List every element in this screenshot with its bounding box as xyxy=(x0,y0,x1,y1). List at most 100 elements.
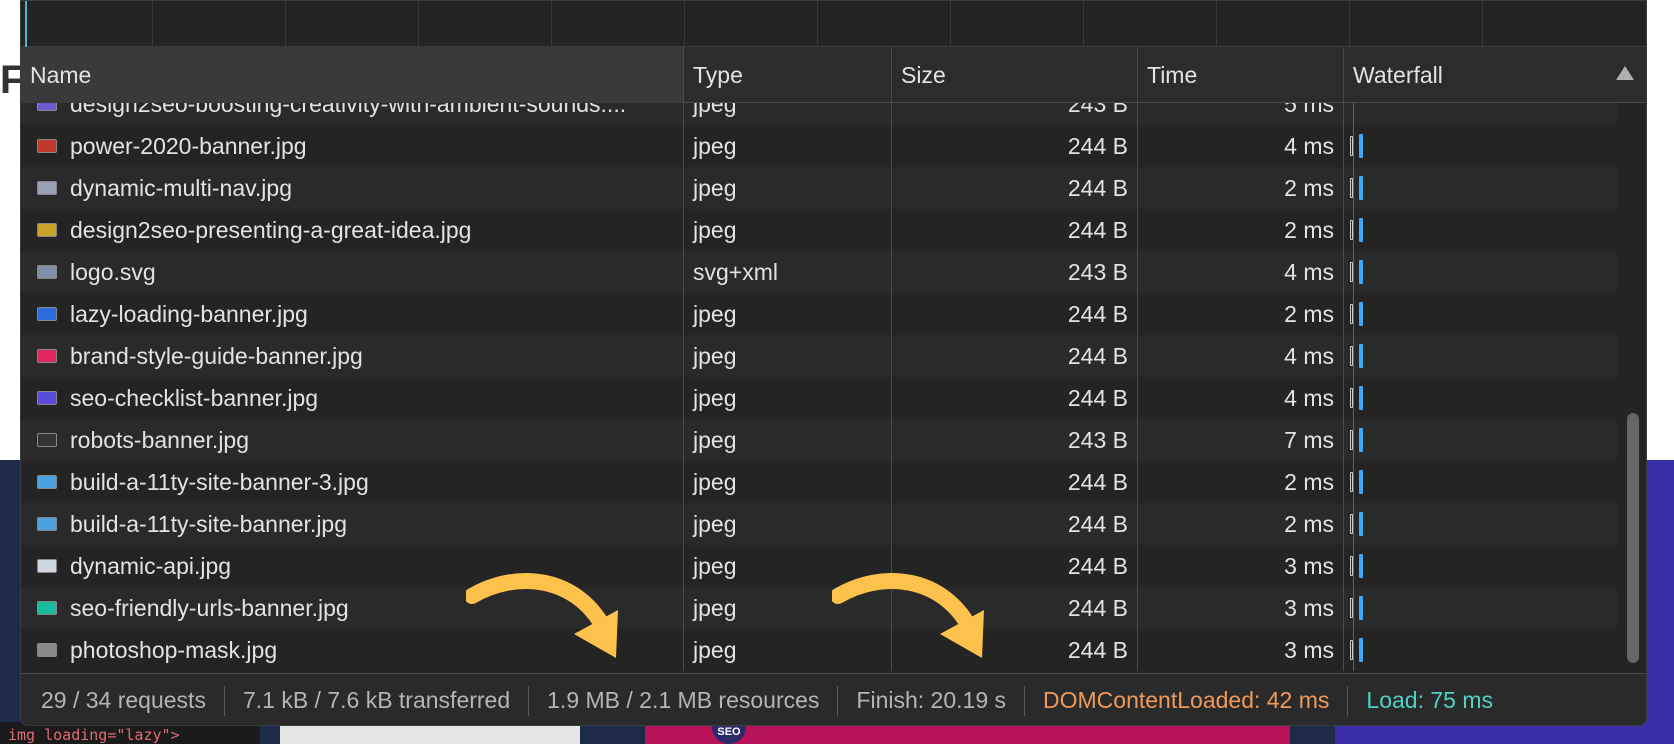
request-type-cell: jpeg xyxy=(684,503,892,545)
request-name-cell: power-2020-banner.jpg xyxy=(21,125,684,167)
request-waterfall-cell xyxy=(1344,587,1617,629)
waterfall-timing-bar[interactable] xyxy=(1359,428,1363,452)
waterfall-timing-bar[interactable] xyxy=(1359,470,1363,494)
table-row[interactable]: dynamic-api.jpg jpeg 244 B3 ms xyxy=(21,545,1617,587)
image-file-icon xyxy=(37,559,57,573)
table-row[interactable]: photoshop-mask.jpg jpeg 244 B3 ms xyxy=(21,629,1617,671)
waterfall-timing-bar[interactable] xyxy=(1359,176,1363,200)
request-time-cell: 2 ms xyxy=(1138,293,1344,335)
request-type-cell: jpeg xyxy=(684,167,892,209)
request-time-cell: 2 ms xyxy=(1138,209,1344,251)
table-row[interactable]: dynamic-multi-nav.jpg jpeg 244 B2 ms xyxy=(21,167,1617,209)
overview-gridline xyxy=(551,1,552,47)
request-name: build-a-11ty-site-banner.jpg xyxy=(70,510,348,537)
network-summary-bar: 29 / 34 requests 7.1 kB / 7.6 kB transfe… xyxy=(21,673,1646,725)
request-name-cell: build-a-11ty-site-banner-3.jpg xyxy=(21,461,684,503)
waterfall-timing-bar[interactable] xyxy=(1359,638,1363,662)
request-waterfall-cell xyxy=(1344,377,1617,419)
request-size-cell: 244 B xyxy=(892,125,1138,167)
waterfall-timing-bar[interactable] xyxy=(1359,302,1363,326)
summary-transferred: 7.1 kB / 7.6 kB transferred xyxy=(225,685,530,716)
request-time-cell: 4 ms xyxy=(1138,125,1344,167)
column-header-label: Name xyxy=(30,61,92,88)
table-row[interactable]: robots-banner.jpg jpeg 243 B7 ms xyxy=(21,419,1617,461)
table-row[interactable]: brand-style-guide-banner.jpg jpeg 244 B4 m… xyxy=(21,335,1617,377)
table-row[interactable]: design2seo-presenting-a-great-idea.jpg jp… xyxy=(21,209,1617,251)
request-size-cell: 243 B xyxy=(892,103,1138,125)
waterfall-timing-bar[interactable] xyxy=(1359,218,1363,242)
summary-requests: 29 / 34 requests xyxy=(41,685,225,716)
waterfall-timing-bar[interactable] xyxy=(1359,344,1363,368)
request-time-cell: 3 ms xyxy=(1138,587,1344,629)
request-type-cell: jpeg xyxy=(684,209,892,251)
request-name-cell: logo.svg xyxy=(21,251,684,293)
request-name: lazy-loading-banner.jpg xyxy=(70,300,308,327)
table-row[interactable]: build-a-11ty-site-banner-3.jpg jpeg 244 B2… xyxy=(21,461,1617,503)
request-name: seo-checklist-banner.jpg xyxy=(70,384,319,411)
image-file-icon xyxy=(37,181,57,195)
column-header-name[interactable]: Name xyxy=(21,47,684,103)
table-row[interactable]: build-a-11ty-site-banner.jpg jpeg 244 B2 m… xyxy=(21,503,1617,545)
column-header-label: Size xyxy=(901,61,946,88)
table-row[interactable]: lazy-loading-banner.jpg jpeg 244 B2 ms xyxy=(21,293,1617,335)
image-file-icon xyxy=(37,223,57,237)
waterfall-timing-bar[interactable] xyxy=(1359,386,1363,410)
waterfall-timing-bar[interactable] xyxy=(1359,260,1363,284)
request-name: robots-banner.jpg xyxy=(70,426,250,453)
summary-domcontentloaded: DOMContentLoaded: 42 ms xyxy=(1025,685,1349,716)
column-header-label: Time xyxy=(1147,61,1198,88)
table-row[interactable]: design2seo-boosting-creativity-with-ambi… xyxy=(21,103,1617,125)
table-row[interactable]: seo-checklist-banner.jpg jpeg 244 B4 ms xyxy=(21,377,1617,419)
image-file-icon xyxy=(37,643,57,657)
column-header-time[interactable]: Time xyxy=(1138,47,1344,103)
request-name-cell: brand-style-guide-banner.jpg xyxy=(21,335,684,377)
table-row[interactable]: power-2020-banner.jpg jpeg 244 B4 ms xyxy=(21,125,1617,167)
network-overview-timeline[interactable] xyxy=(21,1,1646,47)
request-type-cell: jpeg xyxy=(684,419,892,461)
request-size-cell: 244 B xyxy=(892,461,1138,503)
column-header-size[interactable]: Size xyxy=(892,47,1138,103)
waterfall-timing-bar[interactable] xyxy=(1359,596,1363,620)
waterfall-timing-bar[interactable] xyxy=(1359,134,1363,158)
image-file-icon xyxy=(37,349,57,363)
request-type-cell: jpeg xyxy=(684,377,892,419)
request-name: seo-friendly-urls-banner.jpg xyxy=(70,594,349,621)
image-file-icon xyxy=(37,103,57,111)
waterfall-timing-bar[interactable] xyxy=(1359,554,1363,578)
overview-gridline xyxy=(1083,1,1084,47)
column-header-label: Waterfall xyxy=(1353,61,1443,88)
request-name: build-a-11ty-site-banner-3.jpg xyxy=(70,468,369,495)
image-file-icon xyxy=(37,433,57,447)
request-size-cell: 244 B xyxy=(892,335,1138,377)
annotation-arrow-icon xyxy=(466,573,618,658)
request-table-header: Name Type Size Time Waterfall xyxy=(21,47,1646,103)
scrollbar-thumb[interactable] xyxy=(1627,413,1639,663)
request-waterfall-cell xyxy=(1344,125,1617,167)
request-name-cell: dynamic-multi-nav.jpg xyxy=(21,167,684,209)
column-header-type[interactable]: Type xyxy=(684,47,892,103)
request-waterfall-cell xyxy=(1344,293,1617,335)
column-header-waterfall[interactable]: Waterfall xyxy=(1344,47,1646,103)
image-file-icon xyxy=(37,517,57,531)
image-file-icon xyxy=(37,601,57,615)
column-header-label: Type xyxy=(693,61,743,88)
request-time-cell: 3 ms xyxy=(1138,629,1344,671)
request-size-cell: 244 B xyxy=(892,167,1138,209)
waterfall-timing-bar[interactable] xyxy=(1359,512,1363,536)
request-name: dynamic-api.jpg xyxy=(70,552,232,579)
request-time-cell: 4 ms xyxy=(1138,377,1344,419)
overview-gridline xyxy=(1349,1,1350,47)
table-scrollbar[interactable] xyxy=(1623,103,1643,671)
request-waterfall-cell xyxy=(1344,251,1617,293)
request-size-cell: 244 B xyxy=(892,503,1138,545)
sort-ascending-icon[interactable] xyxy=(1616,66,1634,80)
request-name: photoshop-mask.jpg xyxy=(70,636,278,663)
request-size-cell: 244 B xyxy=(892,209,1138,251)
annotation-arrow-icon xyxy=(832,573,984,658)
table-row[interactable]: seo-friendly-urls-banner.jpg jpeg 244 B3 m… xyxy=(21,587,1617,629)
request-time-cell: 2 ms xyxy=(1138,461,1344,503)
table-row[interactable]: logo.svg svg+xml 243 B4 ms xyxy=(21,251,1617,293)
request-waterfall-cell xyxy=(1344,167,1617,209)
overview-gridline xyxy=(684,1,685,47)
request-waterfall-cell xyxy=(1344,629,1617,671)
